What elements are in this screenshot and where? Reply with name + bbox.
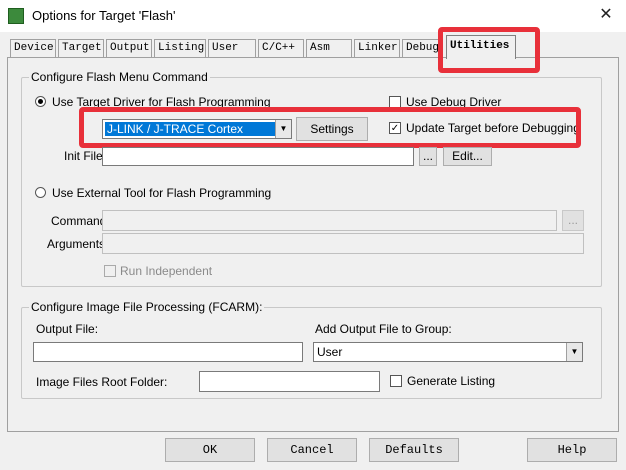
use-target-driver-radio[interactable] (35, 96, 46, 107)
use-external-tool-label: Use External Tool for Flash Programming (52, 186, 272, 200)
cancel-button[interactable]: Cancel (267, 438, 357, 462)
run-independent-label: Run Independent (120, 264, 213, 278)
arguments-label: Arguments: (47, 237, 109, 251)
tab-asm[interactable]: Asm (306, 39, 352, 57)
init-file-input[interactable] (102, 147, 414, 166)
edit-button[interactable]: Edit... (443, 147, 492, 166)
highlight-driver-row (79, 107, 581, 148)
generate-listing-checkbox[interactable] (390, 375, 402, 387)
init-file-browse-button[interactable]: ... (419, 147, 437, 166)
output-file-input[interactable] (33, 342, 303, 362)
root-folder-label: Image Files Root Folder: (36, 375, 168, 389)
use-external-tool-radio[interactable] (35, 187, 46, 198)
arguments-input[interactable] (102, 233, 584, 254)
tab-output[interactable]: Output (106, 39, 152, 57)
command-input[interactable] (102, 210, 557, 231)
run-independent-checkbox[interactable] (104, 265, 116, 277)
tab-listing[interactable]: Listing (154, 39, 206, 57)
command-label: Command: (51, 214, 110, 228)
image-processing-group-label: Configure Image File Processing (FCARM): (29, 300, 265, 314)
command-browse-button[interactable]: ... (562, 210, 584, 231)
tab-device[interactable]: Device (10, 39, 56, 57)
app-icon (8, 8, 24, 24)
help-button[interactable]: Help (527, 438, 617, 462)
flash-menu-group-label: Configure Flash Menu Command (29, 70, 210, 84)
window-title: Options for Target 'Flash' (32, 8, 176, 23)
root-folder-input[interactable] (199, 371, 380, 392)
close-icon[interactable]: ✕ (594, 4, 618, 26)
group-select[interactable]: User ▼ (313, 342, 583, 362)
tab-user[interactable]: User (208, 39, 256, 57)
generate-listing-label: Generate Listing (407, 374, 496, 388)
tab-target[interactable]: Target (58, 39, 104, 57)
add-output-label: Add Output File to Group: (315, 322, 452, 336)
ok-button[interactable]: OK (165, 438, 255, 462)
group-select-value: User (317, 345, 343, 359)
tab-utilities[interactable]: Utilities (446, 35, 516, 59)
init-file-label: Init File: (64, 149, 107, 163)
output-file-label: Output File: (36, 322, 99, 336)
tab-c-cpp[interactable]: C/C++ (258, 39, 304, 57)
chevron-down-icon[interactable]: ▼ (566, 343, 582, 361)
tab-linker[interactable]: Linker (354, 39, 400, 57)
defaults-button[interactable]: Defaults (369, 438, 459, 462)
tab-debug[interactable]: Debug (402, 39, 442, 57)
